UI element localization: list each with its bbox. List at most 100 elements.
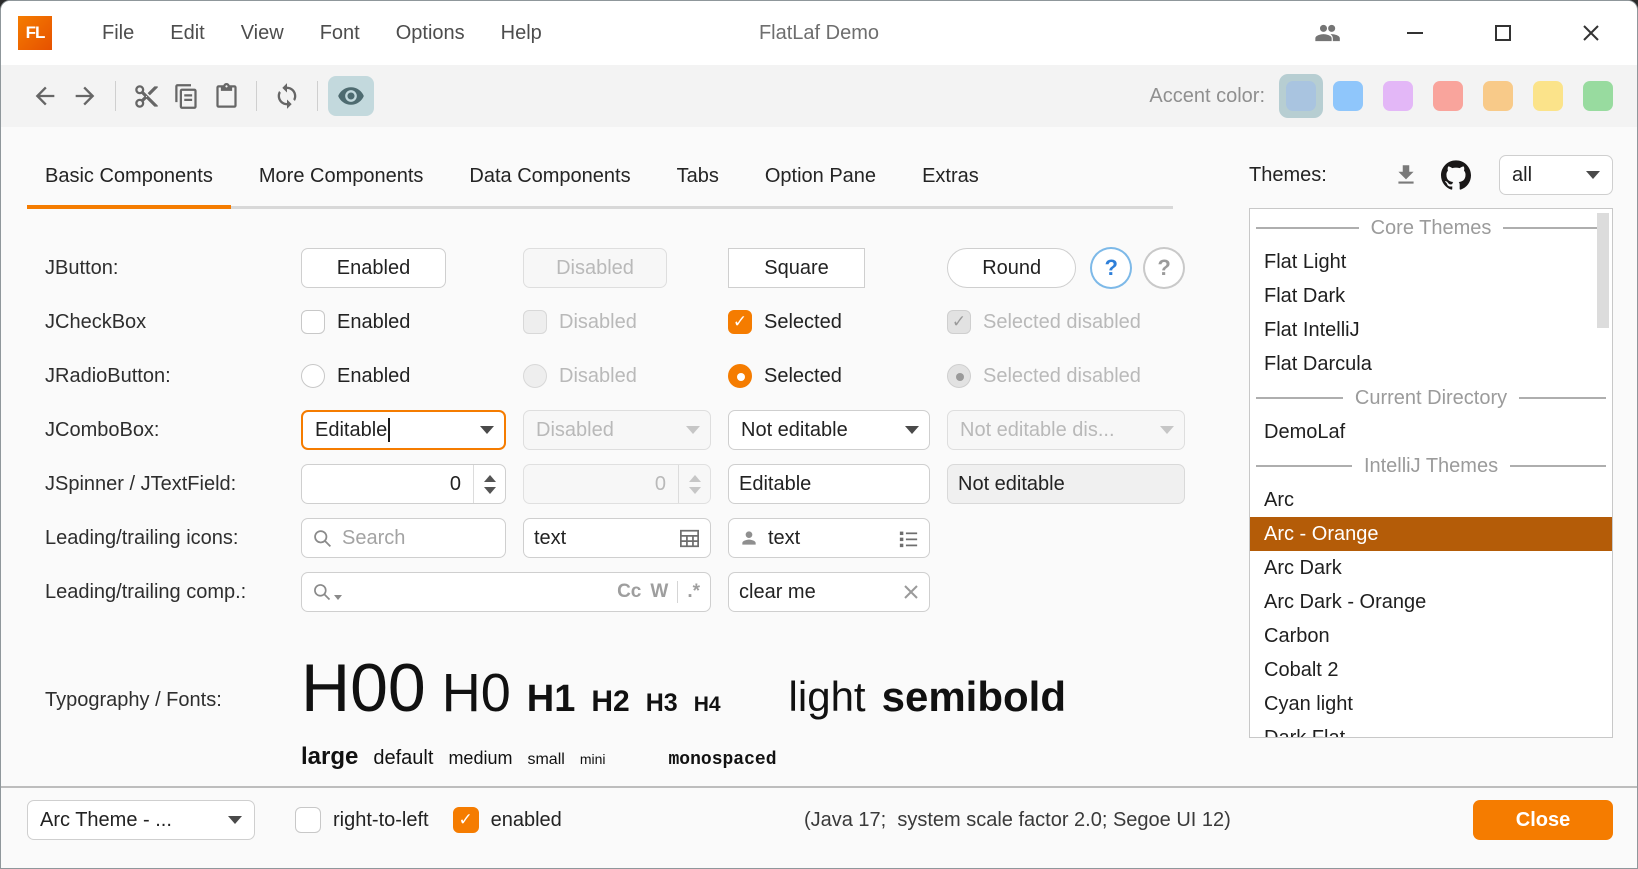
radio-selected[interactable] (728, 364, 752, 388)
maximize-icon[interactable] (1485, 15, 1521, 51)
rtl-checkbox[interactable] (295, 807, 321, 833)
clear-icon[interactable] (903, 584, 919, 600)
back-icon[interactable] (25, 76, 65, 116)
help-button-blue[interactable]: ? (1090, 247, 1132, 289)
theme-list-item-selected[interactable]: Arc - Orange (1250, 517, 1612, 551)
textfield-value: clear me (739, 581, 816, 604)
accent-swatch-green[interactable] (1583, 81, 1613, 111)
tab-more-components[interactable]: More Components (241, 151, 442, 206)
tab-option-pane[interactable]: Option Pane (747, 151, 894, 206)
menu-font[interactable]: Font (302, 22, 378, 45)
users-icon[interactable] (1309, 15, 1345, 51)
checkbox-label: Selected disabled (983, 311, 1141, 334)
refresh-icon[interactable] (267, 76, 307, 116)
accent-swatch-red[interactable] (1433, 81, 1463, 111)
combo-arrow-icon (228, 816, 242, 824)
accent-swatch-purple[interactable] (1383, 81, 1413, 111)
spinner-value: 0 (524, 465, 678, 503)
jradiobutton-row-label: JRadioButton: (45, 365, 284, 388)
theme-selector-combo[interactable]: Arc Theme - ... (27, 800, 255, 840)
typo-mini: mini (580, 751, 606, 767)
menu-file[interactable]: File (84, 22, 152, 45)
minimize-icon[interactable] (1397, 15, 1433, 51)
tab-extras[interactable]: Extras (904, 151, 997, 206)
theme-list-item[interactable]: Cyan light (1250, 687, 1612, 721)
accent-color-area: Accent color: (1149, 74, 1613, 118)
theme-list-item[interactable]: Flat Darcula (1250, 347, 1612, 381)
textfield-editable[interactable]: Editable (728, 464, 930, 504)
cut-icon[interactable] (126, 76, 166, 116)
theme-list-item[interactable]: Dark Flat (1250, 721, 1612, 738)
theme-list-item[interactable]: Arc Dark - Orange (1250, 585, 1612, 619)
spinner-arrows[interactable] (473, 465, 505, 503)
menu-edit[interactable]: Edit (152, 22, 222, 45)
spinner-enabled[interactable]: 0 (301, 464, 506, 504)
text-caret (388, 418, 390, 442)
combo-arrow-icon[interactable] (895, 426, 929, 434)
theme-list-item[interactable]: Carbon (1250, 619, 1612, 653)
theme-list-item[interactable]: Flat Light (1250, 245, 1612, 279)
tab-basic-components[interactable]: Basic Components (27, 151, 231, 206)
themes-list-scrollbar[interactable] (1597, 213, 1609, 328)
menubar: File Edit View Font Options Help (84, 22, 560, 45)
combo-arrow-icon[interactable] (470, 426, 504, 434)
theme-list-item[interactable]: Flat Dark (1250, 279, 1612, 313)
theme-list-item[interactable]: Cobalt 2 (1250, 653, 1612, 687)
theme-list-item[interactable]: Arc (1250, 483, 1612, 517)
menu-view[interactable]: View (223, 22, 302, 45)
toolbar-separator (317, 81, 318, 111)
tab-data-components[interactable]: Data Components (451, 151, 648, 206)
enabled-button[interactable]: Enabled (301, 248, 446, 288)
accent-swatch-blue[interactable] (1333, 81, 1363, 111)
paste-icon[interactable] (206, 76, 246, 116)
enabled-checkbox-group[interactable]: ✓ enabled (453, 807, 562, 833)
search-dropdown-icon[interactable] (312, 582, 342, 602)
clearable-field[interactable]: clear me (728, 572, 930, 612)
tab-tabs[interactable]: Tabs (659, 151, 737, 206)
radio-enabled[interactable] (301, 364, 325, 388)
jspinner-row-label: JSpinner / JTextField: (45, 473, 284, 496)
jcheckbox-row-label: JCheckBox (45, 311, 284, 334)
theme-list-item[interactable]: Flat IntelliJ (1250, 313, 1612, 347)
accent-swatch-selected[interactable] (1279, 74, 1323, 118)
square-button[interactable]: Square (728, 248, 865, 288)
typography-row-label: Typography / Fonts: (45, 689, 222, 712)
round-button[interactable]: Round (947, 248, 1076, 288)
checkbox-enabled[interactable] (301, 310, 325, 334)
rtl-checkbox-group[interactable]: right-to-left (295, 807, 429, 833)
app-window: FL File Edit View Font Options Help Flat… (0, 0, 1638, 869)
eye-toggle-button[interactable] (328, 76, 374, 116)
regex-toggle[interactable]: .* (687, 581, 700, 603)
whole-words-toggle[interactable]: W (650, 581, 668, 603)
accent-swatch-orange[interactable] (1483, 81, 1513, 111)
text-field-table-icon[interactable]: text (523, 518, 711, 558)
radio-label: Enabled (337, 365, 410, 388)
combobox-editable[interactable]: Editable (301, 410, 506, 450)
enabled-checkbox[interactable]: ✓ (453, 807, 479, 833)
copy-icon[interactable] (166, 76, 206, 116)
help-button-gray[interactable]: ? (1143, 247, 1185, 289)
person-icon (739, 528, 759, 548)
combobox-not-editable[interactable]: Not editable (728, 410, 930, 450)
close-icon[interactable] (1573, 15, 1609, 51)
themes-filter-combo[interactable]: all (1499, 155, 1613, 195)
close-button[interactable]: Close (1473, 800, 1613, 840)
menu-help[interactable]: Help (483, 22, 560, 45)
match-case-toggle[interactable]: Cc (617, 581, 641, 603)
search-comp-field[interactable]: Cc W .* (301, 572, 711, 612)
theme-list-item[interactable]: Arc Dark (1250, 551, 1612, 585)
theme-list-item[interactable]: DemoLaf (1250, 415, 1612, 449)
spinner-value[interactable]: 0 (302, 465, 473, 503)
forward-icon[interactable] (65, 76, 105, 116)
accent-swatch-yellow[interactable] (1533, 81, 1563, 111)
menu-options[interactable]: Options (378, 22, 483, 45)
github-icon[interactable] (1441, 160, 1471, 190)
table-icon (679, 529, 700, 548)
rtl-label: right-to-left (333, 809, 429, 832)
search-field[interactable]: Search (301, 518, 506, 558)
download-icon[interactable] (1393, 162, 1419, 188)
text-field-person-list-icons[interactable]: text (728, 518, 930, 558)
checkbox-selected[interactable]: ✓ (728, 310, 752, 334)
radio-selected-disabled (947, 364, 971, 388)
checkbox-label: Disabled (559, 311, 637, 334)
